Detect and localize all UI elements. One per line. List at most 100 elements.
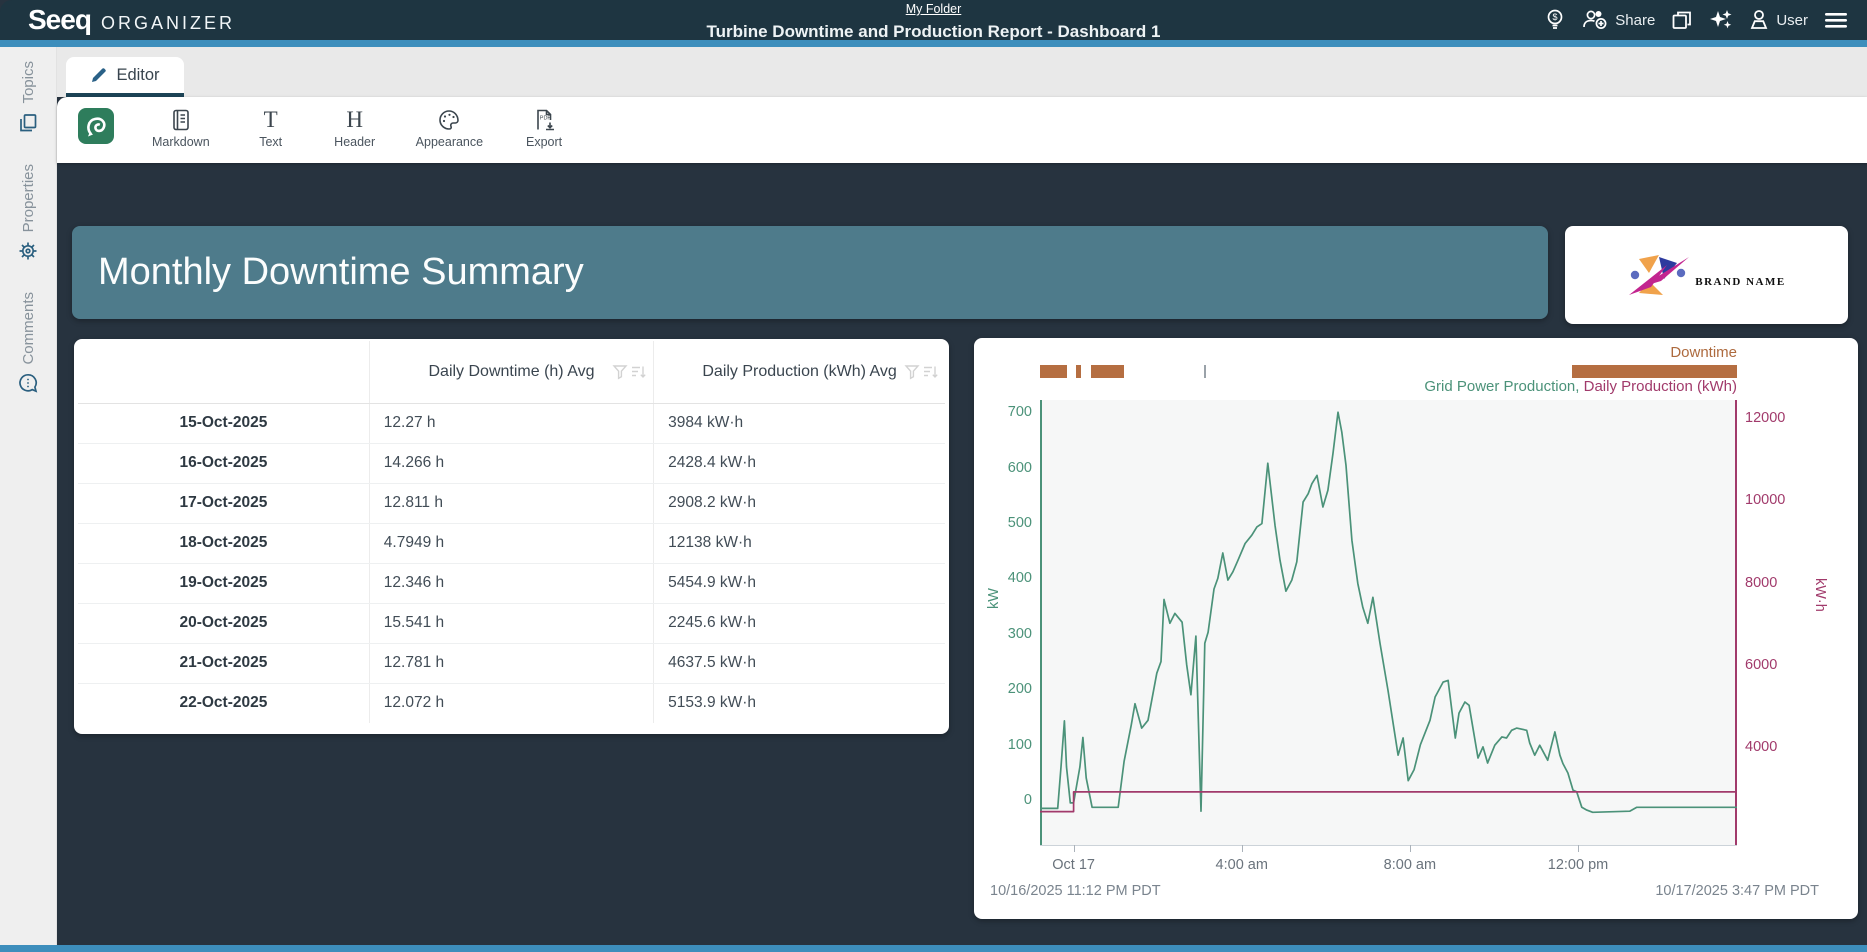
text-T-icon: T	[264, 108, 278, 132]
hamburger-menu-button[interactable]	[1823, 9, 1849, 31]
downtime-capsule-strip	[1040, 365, 1737, 378]
tab-editor[interactable]: Editor	[66, 57, 184, 97]
share-label: Share	[1615, 12, 1655, 29]
seeq-swirl-icon	[83, 113, 109, 139]
header-H-icon: H	[346, 108, 363, 132]
left-axis-tick-label: 400	[974, 568, 1032, 588]
range-end-timestamp: 10/17/2025 3:47 PM PDT	[1655, 883, 1819, 899]
editor-tab-label: Editor	[116, 66, 159, 85]
left-axis-tick-label: 0	[974, 790, 1032, 810]
sort-icon[interactable]	[922, 363, 939, 380]
toolbar-export-button[interactable]: PDF Export	[521, 108, 567, 149]
export-document-icon: PDF	[533, 108, 555, 132]
right-axis-tick-label: 8000	[1745, 573, 1805, 593]
table-row: 17-Oct-202512.811 h2908.2 kW·h	[78, 483, 945, 523]
right-axis-tick-label: 6000	[1745, 655, 1805, 675]
toolbar-text-button[interactable]: T Text	[248, 108, 294, 149]
chart-series-svg	[1040, 400, 1737, 845]
cell-date: 15-Oct-2025	[78, 403, 369, 443]
sidebar-item-topics[interactable]: Topics	[17, 61, 39, 134]
toolbar-header-button[interactable]: H Header	[332, 108, 378, 149]
markdown-book-icon	[170, 108, 192, 132]
x-axis-tick-mark	[1242, 845, 1243, 852]
table-row: 16-Oct-202514.266 h2428.4 kW·h	[78, 443, 945, 483]
production-column-label: Daily Production (kWh) Avg	[702, 363, 896, 380]
left-axis-tick-label: 600	[974, 458, 1032, 478]
value-capture-button[interactable]: $	[1544, 8, 1566, 32]
svg-text:$: $	[1553, 12, 1558, 22]
cell-production: 12138 kW·h	[654, 523, 945, 563]
brand-logo-graphic	[1627, 251, 1693, 299]
x-axis-line	[1040, 845, 1737, 846]
cell-downtime: 15.541 h	[369, 603, 653, 643]
sort-icon[interactable]	[630, 363, 647, 380]
filter-funnel-icon[interactable]	[612, 363, 628, 380]
pencil-icon	[90, 66, 108, 84]
comment-bubble-icon	[17, 372, 39, 394]
duplicate-window-button[interactable]	[1670, 8, 1694, 32]
x-axis-tick-label: Oct 17	[1029, 857, 1119, 873]
cell-downtime: 12.072 h	[369, 683, 653, 723]
cell-downtime: 12.27 h	[369, 403, 653, 443]
gear-icon	[17, 240, 39, 262]
right-axis-tick-label: 10000	[1745, 490, 1805, 510]
topics-pages-icon	[17, 112, 39, 134]
svg-text:PDF: PDF	[540, 116, 552, 122]
user-menu-button[interactable]: User	[1748, 8, 1808, 32]
production-column-controls	[904, 363, 939, 380]
sidebar-item-comments[interactable]: Comments	[17, 292, 39, 395]
windows-icon	[1670, 8, 1694, 32]
table-row: 19-Oct-202512.346 h5454.9 kW·h	[78, 563, 945, 603]
sidebar-item-properties[interactable]: Properties	[17, 164, 39, 262]
markdown-label: Markdown	[152, 135, 210, 149]
toolbar-appearance-button[interactable]: Appearance	[416, 108, 483, 149]
table-row: 20-Oct-202515.541 h2245.6 kW·h	[78, 603, 945, 643]
downtime-column-label: Daily Downtime (h) Avg	[428, 363, 594, 380]
cell-date: 19-Oct-2025	[78, 563, 369, 603]
column-header-production[interactable]: Daily Production (kWh) Avg	[654, 341, 945, 403]
cell-downtime: 4.7949 h	[369, 523, 653, 563]
x-axis-tick-mark	[1578, 845, 1579, 852]
palette-icon	[437, 108, 461, 132]
cell-downtime: 12.781 h	[369, 643, 653, 683]
filter-funnel-icon[interactable]	[904, 363, 920, 380]
right-axis-tick-label: 12000	[1745, 408, 1805, 428]
brand-logo-widget[interactable]: BRAND NAME	[1565, 226, 1848, 324]
sparkles-icon	[1709, 8, 1733, 32]
cell-date: 18-Oct-2025	[78, 523, 369, 563]
editor-toolbar: Markdown T Text H Header Appearance PD	[57, 97, 1867, 163]
right-axis-tick-label: 4000	[1745, 737, 1805, 757]
cell-production: 2245.6 kW·h	[654, 603, 945, 643]
tab-strip-background	[57, 47, 1867, 97]
share-button[interactable]: Share	[1581, 8, 1655, 32]
column-header-downtime[interactable]: Daily Downtime (h) Avg	[369, 341, 653, 403]
table-body: 15-Oct-202512.27 h3984 kW·h16-Oct-202514…	[78, 403, 945, 723]
add-user-icon	[1581, 8, 1609, 32]
ai-assistant-button[interactable]	[1709, 8, 1733, 32]
downtime-column-controls	[612, 363, 647, 380]
toolbar-markdown-button[interactable]: Markdown	[152, 108, 210, 149]
table-row: 22-Oct-202512.072 h5153.9 kW·h	[78, 683, 945, 723]
table-row: 18-Oct-20254.7949 h12138 kW·h	[78, 523, 945, 563]
breadcrumb[interactable]: My Folder	[906, 2, 962, 16]
left-sidebar: Topics Properties Comments	[0, 47, 57, 945]
appearance-label: Appearance	[416, 135, 483, 149]
table-header-row: Daily Downtime (h) Avg Daily Production …	[78, 341, 945, 403]
navbar-actions: $ Share	[1544, 0, 1849, 40]
column-header-date[interactable]	[78, 341, 369, 403]
x-axis-tick-label: 4:00 am	[1197, 857, 1287, 873]
seeq-content-button[interactable]	[78, 108, 114, 144]
cell-production: 2908.2 kW·h	[654, 483, 945, 523]
range-start-timestamp: 10/16/2025 11:12 PM PDT	[990, 883, 1161, 899]
user-label: User	[1776, 12, 1808, 29]
report-header-title: Monthly Downtime Summary	[72, 251, 584, 294]
header-label: Header	[334, 135, 375, 149]
cell-date: 22-Oct-2025	[78, 683, 369, 723]
downtime-capsule-bar	[1076, 365, 1081, 378]
cell-production: 2428.4 kW·h	[654, 443, 945, 483]
hamburger-icon	[1823, 9, 1849, 31]
cell-downtime: 12.346 h	[369, 563, 653, 603]
cell-downtime: 14.266 h	[369, 443, 653, 483]
report-header-widget[interactable]: Monthly Downtime Summary	[72, 226, 1548, 319]
capsule-gap-marker	[1204, 365, 1206, 378]
